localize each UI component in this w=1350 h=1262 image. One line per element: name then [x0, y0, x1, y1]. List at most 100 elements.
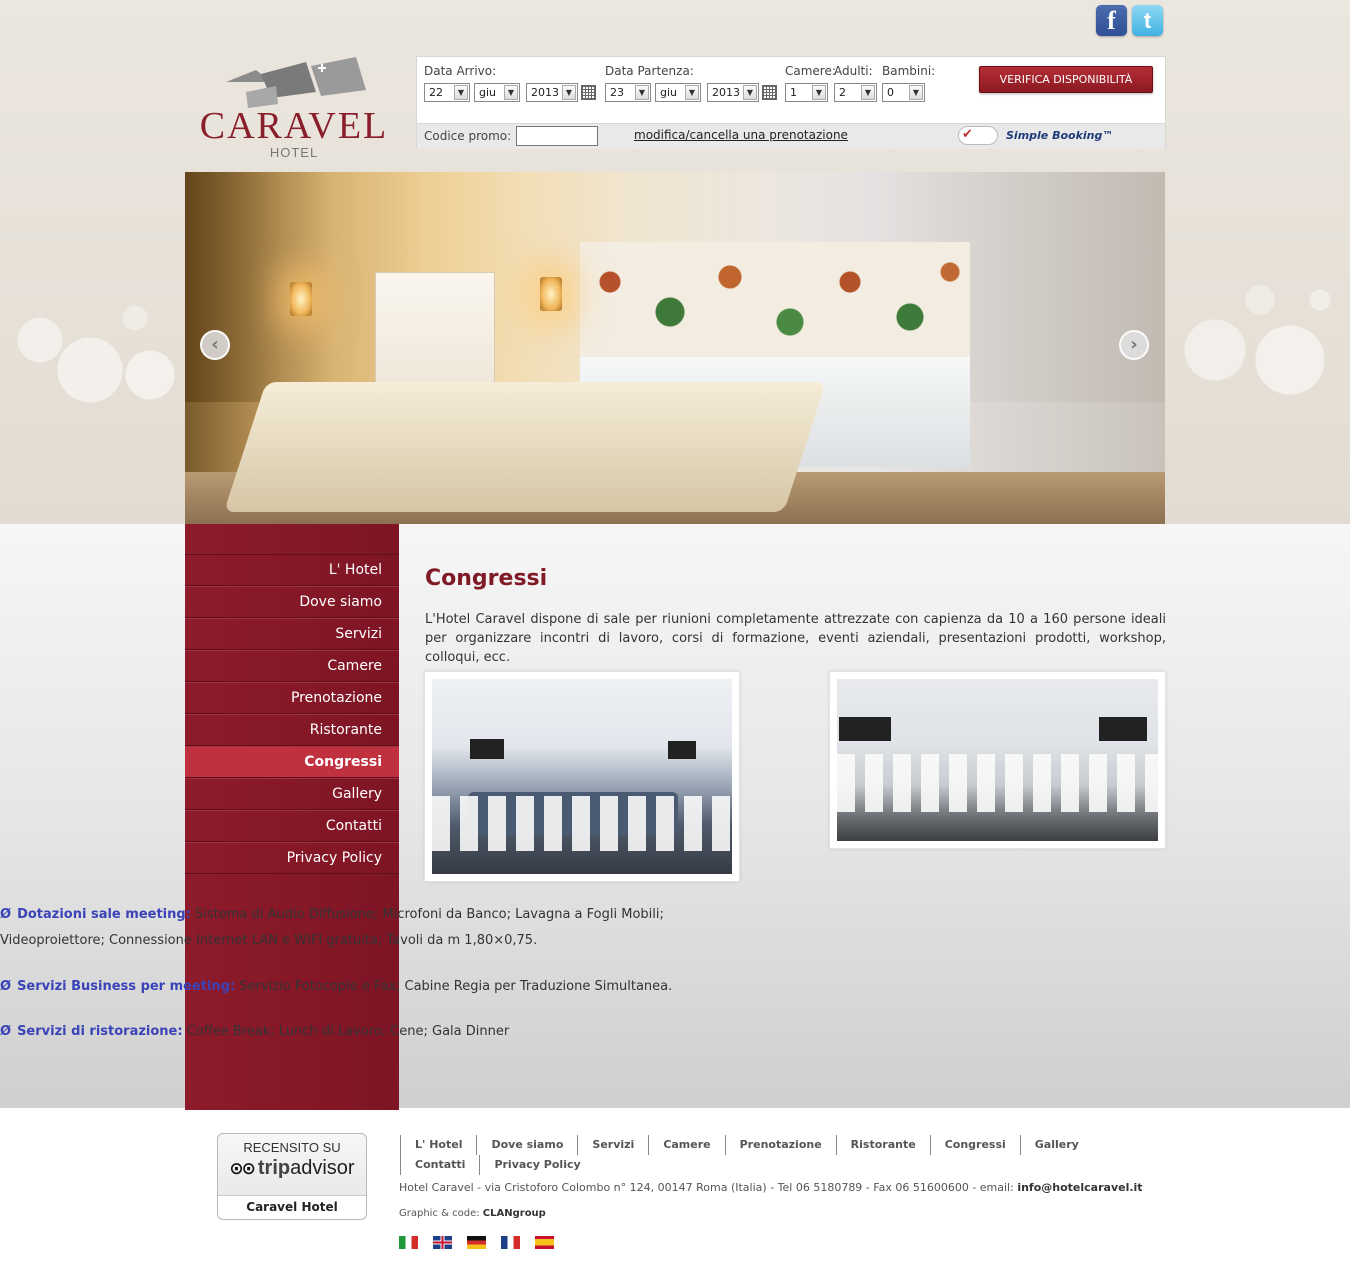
departure-label: Data Partenza:: [605, 64, 694, 78]
slide-lamp: [290, 282, 312, 316]
italian-flag-icon[interactable]: [399, 1236, 418, 1249]
footer-link-hotel[interactable]: L' Hotel: [400, 1135, 476, 1155]
footer-address: Hotel Caravel - via Cristoforo Colombo n…: [399, 1181, 1143, 1194]
sidebar-item-servizi[interactable]: Servizi: [185, 618, 399, 650]
modify-booking-link[interactable]: modifica/cancella una prenotazione: [634, 128, 848, 142]
tripadvisor-trip: trip: [257, 1157, 291, 1179]
footer-link-privacy-policy[interactable]: Privacy Policy: [479, 1155, 594, 1175]
chevron-down-icon: ▼: [562, 85, 576, 100]
promo-code-label: Codice promo:: [424, 129, 512, 143]
feature-text: Servizio Fotocopie e Fax; Cabine Regia p…: [235, 979, 673, 994]
english-flag-icon[interactable]: [433, 1236, 452, 1249]
chevron-down-icon: ▼: [909, 85, 923, 100]
french-flag-icon[interactable]: [501, 1236, 520, 1249]
tripadvisor-advisor: advisor: [290, 1157, 355, 1179]
chevron-down-icon: ▼: [454, 85, 468, 100]
sidebar-item-contatti[interactable]: Contatti: [185, 810, 399, 842]
tv-screen: [668, 741, 696, 759]
german-flag-icon[interactable]: [467, 1236, 486, 1249]
arrival-year-value: 2013: [531, 86, 559, 99]
slide-lamp: [540, 277, 562, 311]
feature-meeting-equipment: Ø Dotazioni sale meeting: Sistema di Audi…: [0, 902, 741, 954]
arrival-calendar-icon[interactable]: [581, 85, 596, 100]
footer-link-gallery[interactable]: Gallery: [1019, 1135, 1093, 1155]
bullet-icon: Ø: [0, 979, 12, 994]
tripadvisor-hotel-name: Caravel Hotel: [218, 1195, 366, 1219]
facebook-icon[interactable]: f: [1096, 5, 1127, 36]
departure-calendar-icon[interactable]: [762, 85, 777, 100]
slide-curtain: [580, 242, 970, 357]
bullet-icon: Ø: [0, 1024, 12, 1039]
arrival-month-select[interactable]: giu ▼: [474, 83, 520, 102]
slide-next-arrow-icon[interactable]: ›: [1119, 330, 1149, 360]
chevron-down-icon: ▼: [685, 85, 699, 100]
social-links: f t: [1096, 5, 1163, 36]
hotel-logo[interactable]: CARAVEL HOTEL: [196, 52, 392, 164]
footer-link-servizi[interactable]: Servizi: [577, 1135, 648, 1155]
chevron-down-icon: ▼: [861, 85, 875, 100]
tv-screen: [1099, 717, 1147, 741]
email-link[interactable]: info@hotelcaravel.it: [1017, 1181, 1142, 1194]
booking-form: Data Arrivo: Data Partenza: Camere: Adul…: [416, 56, 1166, 149]
meeting-room-image: [432, 679, 732, 874]
arrival-day-select[interactable]: 22 ▼: [424, 83, 470, 102]
slide-bed: [223, 382, 827, 512]
departure-month-select[interactable]: giu ▼: [655, 83, 701, 102]
footer-link-camere[interactable]: Camere: [648, 1135, 724, 1155]
tv-screen: [839, 717, 891, 741]
arrival-day-value: 22: [429, 86, 443, 99]
simple-booking-text: Simple Booking™: [1006, 129, 1114, 142]
meeting-room-photo-1[interactable]: [424, 671, 740, 882]
caravel-ship-icon: [226, 57, 366, 108]
departure-month-value: giu: [660, 86, 678, 99]
verify-availability-button[interactable]: VERIFICA DISPONIBILITÀ: [979, 66, 1153, 93]
footer-link-contatti[interactable]: Contatti: [400, 1155, 479, 1175]
sidebar-item-hotel[interactable]: L' Hotel: [185, 554, 399, 586]
footer-link-congressi[interactable]: Congressi: [929, 1135, 1020, 1155]
children-select[interactable]: 0 ▼: [882, 83, 925, 102]
arrival-year-select[interactable]: 2013 ▼: [526, 83, 578, 102]
sidebar-item-congressi[interactable]: Congressi: [185, 746, 399, 778]
chevron-down-icon: ▼: [743, 85, 757, 100]
footer-link-ristorante[interactable]: Ristorante: [835, 1135, 930, 1155]
feature-business-services: Ø Servizi Business per meeting: Servizio …: [0, 974, 741, 1000]
booking-promo-row: Codice promo: modifica/cancella una pren…: [417, 123, 1165, 149]
booking-fields: Data Arrivo: Data Partenza: Camere: Adul…: [417, 57, 1165, 123]
footer-link-dove-siamo[interactable]: Dove siamo: [476, 1135, 577, 1155]
tripadvisor-badge[interactable]: RECENSITO SU ⊙⊙ tripadvisor Caravel Hote…: [217, 1133, 367, 1220]
chairs: [837, 753, 1158, 812]
departure-year-value: 2013: [712, 86, 740, 99]
departure-year-select[interactable]: 2013 ▼: [707, 83, 759, 102]
footer-nav: L' Hotel Dove siamo Servizi Camere Prenotazi…: [400, 1135, 1160, 1175]
verified-check-icon: ✔: [958, 126, 998, 145]
departure-day-value: 23: [610, 86, 624, 99]
sidebar-item-prenotazione[interactable]: Prenotazione: [185, 682, 399, 714]
feature-title: Servizi di ristorazione:: [17, 1024, 183, 1039]
adults-select[interactable]: 2 ▼: [834, 83, 877, 102]
adults-label: Adulti:: [834, 64, 873, 78]
sidebar-item-privacy-policy[interactable]: Privacy Policy: [185, 842, 399, 874]
feature-title: Servizi Business per meeting:: [17, 979, 236, 994]
sidebar-item-dove-siamo[interactable]: Dove siamo: [185, 586, 399, 618]
twitter-icon[interactable]: t: [1132, 5, 1163, 36]
promo-code-input[interactable]: [516, 126, 598, 146]
tripadvisor-owl-icon: ⊙⊙: [229, 1158, 255, 1179]
sidebar-item-ristorante[interactable]: Ristorante: [185, 714, 399, 746]
tv-screen: [470, 739, 504, 759]
logo-name: CARAVEL: [199, 105, 389, 147]
hero-slideshow: [185, 172, 1165, 524]
arrival-month-value: giu: [479, 86, 497, 99]
spanish-flag-icon[interactable]: [535, 1236, 554, 1249]
departure-day-select[interactable]: 23 ▼: [605, 83, 651, 102]
sidebar-item-camere[interactable]: Camere: [185, 650, 399, 682]
rooms-select[interactable]: 1 ▼: [785, 83, 828, 102]
language-flags: [399, 1236, 554, 1249]
credits-link[interactable]: CLANgroup: [483, 1208, 546, 1219]
bullet-icon: Ø: [0, 907, 12, 922]
slide-prev-arrow-icon[interactable]: ‹: [200, 330, 230, 360]
meeting-room-photo-2[interactable]: [829, 671, 1166, 849]
footer-link-prenotazione[interactable]: Prenotazione: [724, 1135, 836, 1155]
feature-text: Coffee Break; Lunch di Lavoro; Cene; Gal…: [182, 1024, 510, 1039]
sidebar-item-gallery[interactable]: Gallery: [185, 778, 399, 810]
chairs: [432, 796, 732, 851]
